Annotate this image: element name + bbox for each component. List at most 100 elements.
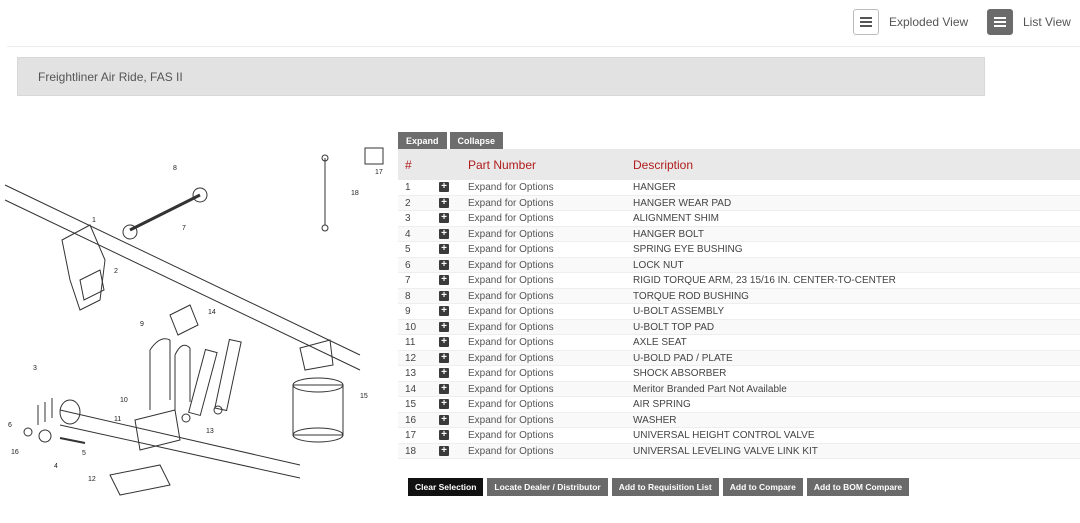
table-row[interactable]: 3 + Expand for Options ALIGNMENT SHIM [398,211,1080,227]
shock-absorber-part [188,348,218,417]
expand-plus-icon[interactable]: + [439,399,449,409]
part-number-link[interactable]: Expand for Options [468,291,554,302]
expand-plus-icon[interactable]: + [439,275,449,285]
table-row[interactable]: 11 + Expand for Options AXLE SEAT [398,335,1080,351]
expand-plus-icon[interactable]: + [439,213,449,223]
add-to-compare-button[interactable]: Add to Compare [722,478,803,496]
expand-plus-icon[interactable]: + [439,290,449,301]
part-number-link[interactable]: Expand for Options [468,244,554,255]
part-description: U-BOLD PAD / PLATE [633,352,733,364]
table-row[interactable]: 6 + Expand for Options LOCK NUT [398,257,1080,273]
row-number: 5 [405,244,411,255]
callout-4: 4 [54,463,58,470]
add-to-requisition-button[interactable]: Add to Requisition List [611,478,719,496]
expand-plus-icon[interactable]: + [439,430,449,440]
row-number: 4 [405,228,411,240]
part-description: UNIVERSAL HEIGHT CONTROL VALVE [633,430,815,441]
expand-plus-icon[interactable]: + [439,197,449,208]
collapse-tab[interactable]: Collapse [449,132,504,149]
part-number-link[interactable]: Expand for Options [468,430,554,441]
expand-plus-icon[interactable]: + [439,306,449,316]
part-number-link[interactable]: Expand for Options [468,182,554,193]
table-row[interactable]: 2 + Expand for Options HANGER WEAR PAD [398,195,1080,211]
part-number-link[interactable]: Expand for Options [468,306,554,317]
part-number-link[interactable]: Expand for Options [468,353,554,364]
expand-plus-icon[interactable]: + [439,383,449,394]
expand-plus-icon[interactable]: + [439,228,449,239]
part-number-link[interactable]: Expand for Options [468,260,554,271]
torque-arm-part [129,193,201,232]
part-number-link[interactable]: Expand for Options [468,322,554,333]
table-row[interactable]: 10 + Expand for Options U-BOLT TOP PAD [398,319,1080,335]
part-number-link[interactable]: Expand for Options [468,198,554,209]
row-number: 16 [405,414,417,426]
expand-plus-icon[interactable]: + [439,368,449,378]
table-row[interactable]: 7 + Expand for Options RIGID TORQUE ARM, 23… [398,273,1080,289]
part-description: RIGID TORQUE ARM, 23 15/16 IN. CENTER-TO… [633,275,896,286]
alignment-shim-part [37,398,53,425]
table-row[interactable]: 13 + Expand for Options SHOCK ABSORBER [398,366,1080,382]
table-row[interactable]: 4 + Expand for Options HANGER BOLT [398,226,1080,242]
table-row[interactable]: 14 + Expand for Options Meritor Branded Par… [398,381,1080,397]
list-view-button[interactable]: List View [987,9,1071,35]
part-number-link[interactable]: Expand for Options [468,337,554,348]
clear-selection-button[interactable]: Clear Selection [408,478,484,496]
expand-tab[interactable]: Expand [398,132,447,149]
part-description: SHOCK ABSORBER [633,368,727,379]
row-number: 1 [405,182,411,193]
table-row[interactable]: 12 + Expand for Options U-BOLD PAD / PLATE [398,350,1080,366]
table-row[interactable]: 8 + Expand for Options TORQUE ROD BUSHING [398,288,1080,304]
part-number-link[interactable]: Expand for Options [468,446,554,457]
part-number-link[interactable]: Expand for Options [468,399,554,410]
part-number-link[interactable]: Expand for Options [468,213,554,224]
part-description: Meritor Branded Part Not Available [633,383,787,395]
table-row[interactable]: 15 + Expand for Options AIR SPRING [398,397,1080,413]
part-number-link[interactable]: Expand for Options [468,229,554,240]
row-number: 7 [405,275,411,286]
callout-16: 16 [11,449,19,456]
locate-dealer-button[interactable]: Locate Dealer / Distributor [487,478,608,496]
assembly-title: Freightliner Air Ride, FAS II [38,70,183,84]
row-number: 13 [405,368,417,379]
callout-11: 11 [114,416,121,423]
table-row[interactable]: 1 + Expand for Options HANGER [398,180,1080,196]
table-row[interactable]: 17 + Expand for Options UNIVERSAL HEIGHT CO… [398,428,1080,444]
table-row[interactable]: 9 + Expand for Options U-BOLT ASSEMBLY [398,304,1080,320]
part-description: U-BOLT TOP PAD [633,321,715,333]
divider [7,46,1080,47]
part-number-link[interactable]: Expand for Options [468,275,554,286]
expand-plus-icon[interactable]: + [439,244,449,254]
part-number-link[interactable]: Expand for Options [468,384,554,395]
hanger-bolt-part [59,437,86,444]
callout-14: 14 [208,309,216,316]
callout-8: 8 [173,165,177,172]
part-description: WASHER [633,414,677,426]
table-row[interactable]: 5 + Expand for Options SPRING EYE BUSHING [398,242,1080,258]
callout-12: 12 [88,476,96,483]
expand-plus-icon[interactable]: + [439,182,449,192]
add-to-bom-compare-button[interactable]: Add to BOM Compare [806,478,910,496]
expand-plus-icon[interactable]: + [439,414,449,425]
expand-plus-icon[interactable]: + [439,445,449,456]
table-row[interactable]: 18 + Expand for Options UNIVERSAL LEVELING … [398,443,1080,459]
part-description: UNIVERSAL LEVELING VALVE LINK KIT [633,445,818,457]
expand-plus-icon[interactable]: + [439,259,449,270]
table-row[interactable]: 16 + Expand for Options WASHER [398,412,1080,428]
callout-5: 5 [82,450,86,457]
part-number-link[interactable]: Expand for Options [468,368,554,379]
row-number: 14 [405,383,417,395]
assembly-title-bar: Freightliner Air Ride, FAS II [17,57,985,96]
callout-10: 10 [120,397,128,404]
row-number: 6 [405,259,411,271]
exploded-view-button[interactable]: Exploded View [853,9,968,35]
part-number-link[interactable]: Expand for Options [468,415,554,426]
callout-17: 17 [375,169,383,176]
expand-plus-icon[interactable]: + [439,352,449,363]
expand-plus-icon[interactable]: + [439,337,449,347]
row-number: 10 [405,321,417,333]
expand-plus-icon[interactable]: + [439,321,449,332]
frame-rail-line [4,184,361,356]
washer-part [38,429,52,443]
exploded-diagram[interactable]: 1 2 3 4 5 6 7 8 9 10 11 12 13 14 15 16 1… [0,140,395,523]
bushing-part [122,224,138,240]
